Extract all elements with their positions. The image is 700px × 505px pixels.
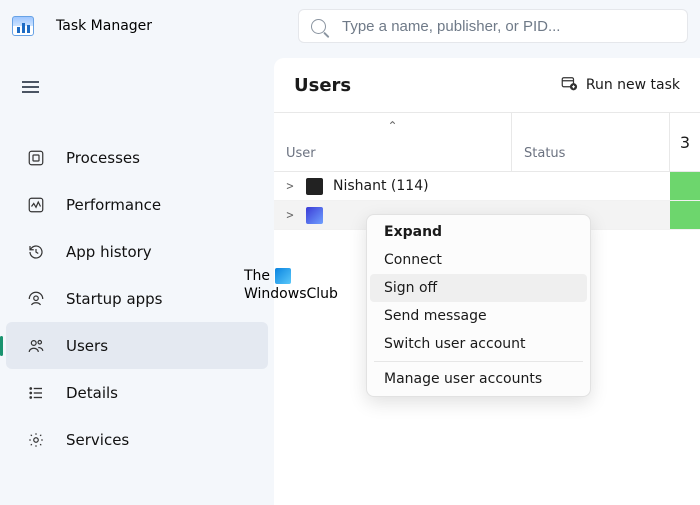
sidebar-item-label: App history (66, 243, 152, 261)
sidebar: Processes Performance App history Startu… (0, 52, 274, 505)
column-third-label: 3 (680, 133, 690, 152)
sidebar-item-startup-apps[interactable]: Startup apps (6, 275, 268, 322)
column-third[interactable]: 3 (670, 113, 700, 171)
sidebar-item-label: Performance (66, 196, 161, 214)
run-task-icon (560, 74, 578, 96)
sidebar-item-users[interactable]: Users (6, 322, 268, 369)
search-box[interactable] (298, 9, 688, 43)
run-new-task-button[interactable]: Run new task (560, 74, 680, 96)
user-name: Nishant (114) (333, 178, 429, 194)
column-status-label: Status (524, 146, 565, 161)
startup-icon (26, 289, 46, 309)
ctx-separator (374, 361, 583, 362)
page-title: Users (294, 75, 351, 96)
ctx-switch-user[interactable]: Switch user account (370, 330, 587, 358)
users-icon (26, 336, 46, 356)
sidebar-item-label: Users (66, 337, 108, 355)
context-menu: Expand Connect Sign off Send message Swi… (366, 214, 591, 397)
ctx-manage-accounts[interactable]: Manage user accounts (370, 365, 587, 393)
services-icon (26, 430, 46, 450)
details-icon (26, 383, 46, 403)
watermark-logo-icon (275, 268, 291, 284)
table-header: ⌃ User Status 3 (274, 112, 700, 172)
column-status[interactable]: Status (512, 113, 670, 171)
cell-third (670, 172, 700, 200)
search-icon (311, 19, 326, 34)
run-task-label: Run new task (586, 77, 680, 93)
processes-icon (26, 148, 46, 168)
ctx-expand[interactable]: Expand (370, 218, 587, 246)
user-avatar (306, 178, 323, 195)
sidebar-item-processes[interactable]: Processes (6, 134, 268, 181)
performance-icon (26, 195, 46, 215)
search-input[interactable] (340, 17, 675, 36)
ctx-connect[interactable]: Connect (370, 246, 587, 274)
ctx-send-message[interactable]: Send message (370, 302, 587, 330)
column-user-label: User (286, 146, 499, 161)
ctx-sign-off[interactable]: Sign off (370, 274, 587, 302)
column-user[interactable]: ⌃ User (274, 113, 512, 171)
sidebar-item-services[interactable]: Services (6, 416, 268, 463)
table-row[interactable]: > Nishant (114) (274, 172, 700, 201)
sidebar-item-app-history[interactable]: App history (6, 228, 268, 275)
sidebar-item-label: Details (66, 384, 118, 402)
title-bar: Task Manager (0, 0, 700, 52)
cell-third (670, 201, 700, 229)
sidebar-item-details[interactable]: Details (6, 369, 268, 416)
hamburger-button[interactable] (0, 72, 38, 102)
task-manager-icon (12, 16, 34, 36)
sidebar-item-performance[interactable]: Performance (6, 181, 268, 228)
sidebar-item-label: Services (66, 431, 129, 449)
expand-chevron-icon[interactable]: > (284, 208, 296, 222)
sidebar-item-label: Processes (66, 149, 140, 167)
sidebar-item-label: Startup apps (66, 290, 163, 308)
sort-caret-icon: ⌃ (387, 119, 397, 133)
watermark: The WindowsClub (244, 268, 338, 303)
app-title: Task Manager (56, 18, 152, 34)
expand-chevron-icon[interactable]: > (284, 179, 296, 193)
history-icon (26, 242, 46, 262)
user-avatar (306, 207, 323, 224)
